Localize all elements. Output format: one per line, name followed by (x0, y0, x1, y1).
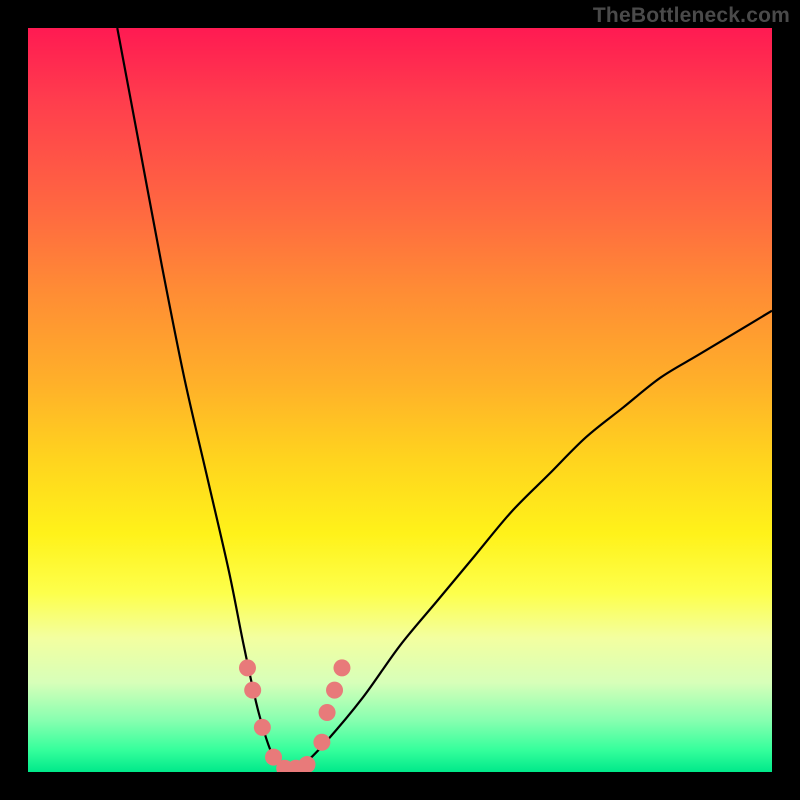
marker-point (326, 682, 343, 699)
marker-point (299, 756, 316, 772)
chart-frame: TheBottleneck.com (0, 0, 800, 800)
marker-point (254, 719, 271, 736)
highlight-markers (239, 659, 350, 772)
marker-point (313, 734, 330, 751)
bottleneck-curve (117, 28, 772, 772)
chart-svg (28, 28, 772, 772)
marker-point (239, 659, 256, 676)
marker-point (333, 659, 350, 676)
watermark-text: TheBottleneck.com (593, 4, 790, 28)
marker-point (319, 704, 336, 721)
marker-point (244, 682, 261, 699)
chart-plot-area (28, 28, 772, 772)
